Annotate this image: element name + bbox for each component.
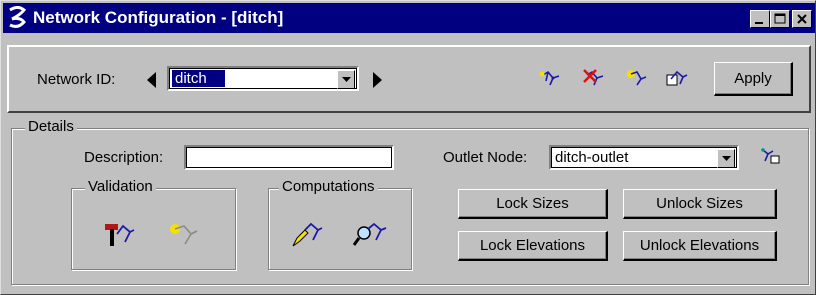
maximize-button[interactable] (770, 10, 790, 28)
validation-legend: Validation (85, 178, 156, 195)
validation-group (71, 188, 236, 270)
computations-group (268, 188, 412, 270)
description-input[interactable] (184, 145, 394, 170)
chevron-down-icon (342, 77, 351, 82)
description-label: Description: (84, 149, 164, 166)
unlock-sizes-label: Unlock Sizes (656, 195, 743, 212)
apply-button-label: Apply (734, 70, 772, 87)
details-legend: Details (25, 118, 77, 135)
window-title: Network Configuration - [ditch] (33, 8, 284, 27)
outlet-node-value: ditch-outlet (555, 149, 629, 166)
lock-elevations-label: Lock Elevations (479, 237, 586, 254)
highlight-errors-icon[interactable] (167, 220, 199, 248)
computations-legend: Computations (279, 178, 378, 195)
close-icon (797, 14, 807, 24)
highlight-network-icon[interactable] (623, 67, 649, 89)
triangle-left-icon[interactable] (146, 72, 156, 88)
outlet-node-combobox[interactable]: ditch-outlet (549, 145, 739, 170)
network-configuration-window: Network Configuration - [ditch] Network … (0, 0, 816, 295)
network-id-value: ditch (172, 70, 225, 87)
title-bar[interactable]: Network Configuration - [ditch] (3, 3, 815, 33)
unlock-elevations-label: Unlock Elevations (639, 237, 760, 254)
chevron-down-icon (722, 156, 731, 161)
unlock-elevations-button[interactable]: Unlock Elevations (623, 231, 777, 261)
network-id-label: Network ID: (37, 71, 116, 88)
minimize-icon (755, 22, 763, 24)
app-logo-icon (9, 6, 27, 28)
network-properties-icon[interactable] (663, 67, 689, 89)
lock-elevations-button[interactable]: Lock Elevations (458, 231, 608, 261)
delete-network-icon[interactable] (581, 67, 607, 89)
network-header-panel: Network ID: ditch Apply (7, 45, 811, 113)
compute-network-pencil-icon[interactable] (291, 220, 323, 248)
new-network-icon[interactable] (537, 67, 563, 89)
outlet-node-label: Outlet Node: (443, 149, 528, 166)
lock-sizes-button[interactable]: Lock Sizes (458, 189, 608, 219)
lock-sizes-label: Lock Sizes (496, 195, 569, 212)
select-outlet-icon[interactable] (759, 145, 783, 167)
maximize-icon (774, 13, 786, 24)
outlet-node-dropdown-button[interactable] (717, 149, 735, 168)
apply-button[interactable]: Apply (714, 62, 793, 96)
network-id-dropdown-button[interactable] (337, 70, 355, 89)
validate-network-hammer-icon[interactable] (103, 220, 135, 248)
minimize-button[interactable] (750, 10, 770, 28)
review-network-magnifier-icon[interactable] (353, 220, 387, 248)
close-button[interactable] (792, 10, 812, 28)
triangle-right-icon[interactable] (373, 72, 383, 88)
unlock-sizes-button[interactable]: Unlock Sizes (623, 189, 777, 219)
network-id-combobox[interactable]: ditch (167, 66, 359, 91)
